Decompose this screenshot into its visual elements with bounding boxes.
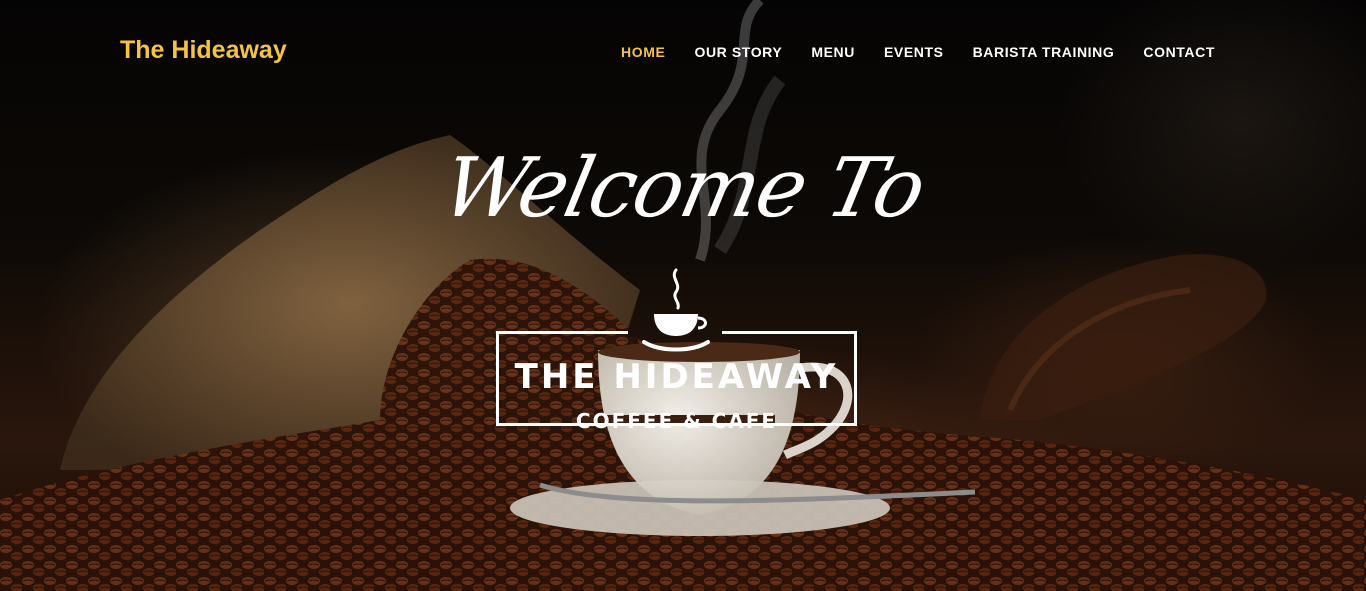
nav-item-home: HOME [621,44,665,62]
nav-link-barista-training[interactable]: BARISTA TRAINING [973,44,1115,60]
hero-section: The Hideaway HOME OUR STORY MENU EVENTS … [0,0,1366,591]
coffee-cup-icon [642,268,710,352]
nav-item-barista-training: BARISTA TRAINING [973,44,1115,62]
nav-item-contact: CONTACT [1143,44,1215,62]
nav-item-menu: MENU [811,44,855,62]
nav-item-our-story: OUR STORY [694,44,782,62]
logo-title: THE HIDEAWAY [514,357,839,397]
welcome-heading: Welcome To [434,141,933,236]
logo-tagline: COFFEE & CAFE [575,409,778,433]
brand-logo-link[interactable]: The Hideaway [120,36,287,65]
nav-link-events[interactable]: EVENTS [884,44,944,60]
nav-link-contact[interactable]: CONTACT [1143,44,1215,60]
nav-link-home[interactable]: HOME [621,44,665,60]
main-nav: HOME OUR STORY MENU EVENTS BARISTA TRAIN… [621,44,1215,62]
nav-item-events: EVENTS [884,44,944,62]
nav-link-our-story[interactable]: OUR STORY [694,44,782,60]
navbar: The Hideaway HOME OUR STORY MENU EVENTS … [0,0,1366,104]
nav-link-menu[interactable]: MENU [811,44,855,60]
